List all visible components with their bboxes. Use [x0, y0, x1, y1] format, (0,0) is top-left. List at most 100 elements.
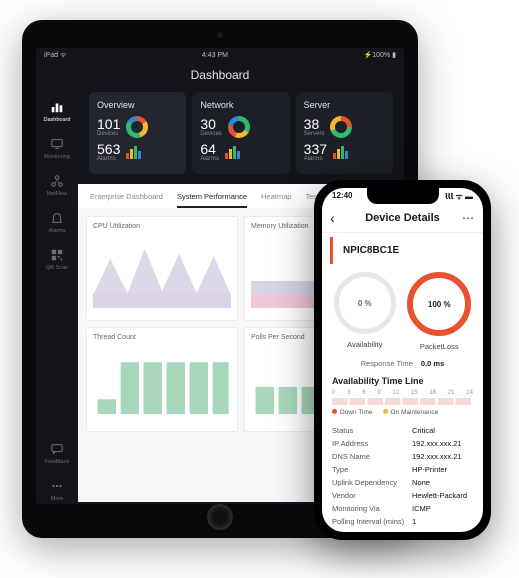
more-icon: [50, 479, 64, 493]
area-chart-icon: [93, 234, 231, 308]
monitor-icon: [50, 137, 64, 151]
legend-item: On Maintenance: [383, 409, 439, 416]
availability-timeline: 03691215182124: [322, 390, 483, 405]
sidebar-item-netflow[interactable]: NetFlow: [47, 174, 67, 197]
sidebar: Dashboard Monitoring NetFlow Alarms QR S…: [36, 92, 78, 502]
sidebar-label: Monitoring: [44, 154, 70, 160]
mini-bars-icon: [126, 145, 141, 159]
timeline-bar: [332, 398, 473, 405]
status-time: 12:40: [332, 191, 352, 202]
tab-heatmap[interactable]: Heatmap: [261, 192, 291, 208]
kv-value: Critical: [412, 426, 435, 435]
tablet-status-bar: iPad ᯤ 4:43 PM ⚡100% ▮: [36, 48, 404, 62]
tab-system-performance[interactable]: System Performance: [177, 192, 247, 208]
gauge-value: 100 %: [407, 272, 471, 336]
kv-key: IP Address: [332, 439, 412, 448]
chart-cpu[interactable]: CPU Utilization: [86, 216, 238, 321]
kv-value: 1: [412, 517, 416, 526]
donut-chart-icon: [228, 116, 250, 138]
device-properties: StatusCritical IP Address192.xxx.xxx.21 …: [322, 422, 483, 530]
response-value: 0.0 ms: [421, 359, 444, 368]
dot-icon: [383, 409, 388, 414]
sidebar-item-qrscan[interactable]: QR Scan: [46, 248, 68, 271]
tick: 0: [332, 390, 335, 396]
response-label: Response Time: [361, 359, 413, 368]
tab-enterprise[interactable]: Enterprise Dashboard: [90, 192, 163, 208]
sidebar-item-monitoring[interactable]: Monitoring: [44, 137, 70, 160]
card-network[interactable]: Network 30Devices 64Alarms: [192, 92, 289, 174]
kv-key: Uplink Dependency: [332, 478, 412, 487]
sidebar-item-alarms[interactable]: Alarms: [48, 211, 65, 234]
gauge-label: Availability: [347, 340, 382, 349]
sidebar-label: More: [51, 496, 64, 502]
status-signal: 𝗹𝗹𝗹 ᯤ ▬: [445, 191, 473, 202]
devices-label: Devices: [97, 131, 120, 137]
kv-key: Status: [332, 426, 412, 435]
sidebar-item-feedback[interactable]: Feedback: [45, 442, 69, 465]
alarms-count: 64: [200, 142, 219, 156]
mini-bars-icon: [333, 145, 348, 159]
netflow-icon: [50, 174, 64, 188]
back-icon[interactable]: ‹: [330, 210, 335, 226]
status-right: ⚡100% ▮: [364, 51, 396, 59]
kv-row: TypeHP-Printer: [332, 463, 473, 476]
legend-label: On Maintenance: [391, 409, 439, 416]
kv-key: Vendor: [332, 491, 412, 500]
kv-row: DNS Name192.xxx.xxx.21: [332, 450, 473, 463]
card-title: Overview: [97, 100, 178, 110]
kv-key: Polling Interval (mins): [332, 517, 412, 526]
bar-chart-icon: [93, 345, 231, 419]
chart-title: CPU Utilization: [93, 223, 231, 230]
kv-row: Uplink DependencyNone: [332, 476, 473, 489]
legend-item: Down Time: [332, 409, 373, 416]
response-time: Response Time 0.0 ms: [322, 353, 483, 376]
card-title: Server: [304, 100, 385, 110]
dot-icon: [332, 409, 337, 414]
chart-title: Thread Count: [93, 334, 231, 341]
tick: 12: [392, 390, 399, 396]
gauge-row: 0 % Availability 100 % PacketLoss: [322, 268, 483, 353]
tick: 3: [347, 390, 350, 396]
kv-row: Polling Interval (mins)1: [332, 515, 473, 528]
chart-threads[interactable]: Thread Count: [86, 327, 238, 432]
card-server[interactable]: Server 38Servers 337Alarms: [296, 92, 393, 174]
status-time: 4:43 PM: [202, 52, 228, 59]
card-overview[interactable]: Overview 101Devices 563Alarms: [89, 92, 186, 174]
kv-row: VendorHewlett-Packard: [332, 489, 473, 502]
phone-device: 12:40 𝗹𝗹𝗹 ᯤ ▬ ‹ Device Details ⋯ NPIC8BC…: [314, 180, 491, 540]
kv-value: 192.xxx.xxx.21: [412, 439, 462, 448]
donut-chart-icon: [126, 116, 148, 138]
timeline-legend: Down Time On Maintenance: [322, 405, 483, 422]
sidebar-label: Alarms: [48, 228, 65, 234]
home-button[interactable]: [207, 504, 233, 530]
alarms-count: 337: [304, 142, 327, 156]
more-icon[interactable]: ⋯: [462, 211, 475, 225]
bars-icon: [50, 100, 64, 114]
kv-value: 192.xxx.xxx.21: [412, 452, 462, 461]
chat-icon: [50, 442, 64, 456]
status-left: iPad ᯤ: [44, 51, 66, 60]
kv-row: StatusCritical: [332, 424, 473, 437]
sidebar-label: Feedback: [45, 459, 69, 465]
timeline-title: Availability Time Line: [322, 376, 483, 390]
summary-cards: Overview 101Devices 563Alarms Network 30…: [78, 92, 404, 184]
phone-notch: [367, 188, 439, 204]
kv-value: Hewlett-Packard: [412, 491, 467, 500]
gauge-availability: 0 % Availability: [334, 272, 396, 351]
sidebar-item-more[interactable]: More: [50, 479, 64, 502]
alarms-count: 563: [97, 142, 120, 156]
tick: 9: [377, 390, 380, 396]
device-name: NPIC8BC1E: [330, 237, 475, 264]
tick: 6: [362, 390, 365, 396]
kv-row: Monitoring ViaICMP: [332, 502, 473, 515]
phone-header: ‹ Device Details ⋯: [322, 202, 483, 233]
sidebar-item-dashboard[interactable]: Dashboard: [44, 100, 71, 123]
sidebar-label: QR Scan: [46, 265, 68, 271]
tick: 21: [448, 390, 455, 396]
page-title: Dashboard: [36, 62, 404, 92]
bell-icon: [50, 211, 64, 225]
kv-key: Type: [332, 465, 412, 474]
legend-label: Down Time: [340, 409, 373, 416]
kv-value: ICMP: [412, 504, 431, 513]
devices-count: 101: [97, 117, 120, 131]
